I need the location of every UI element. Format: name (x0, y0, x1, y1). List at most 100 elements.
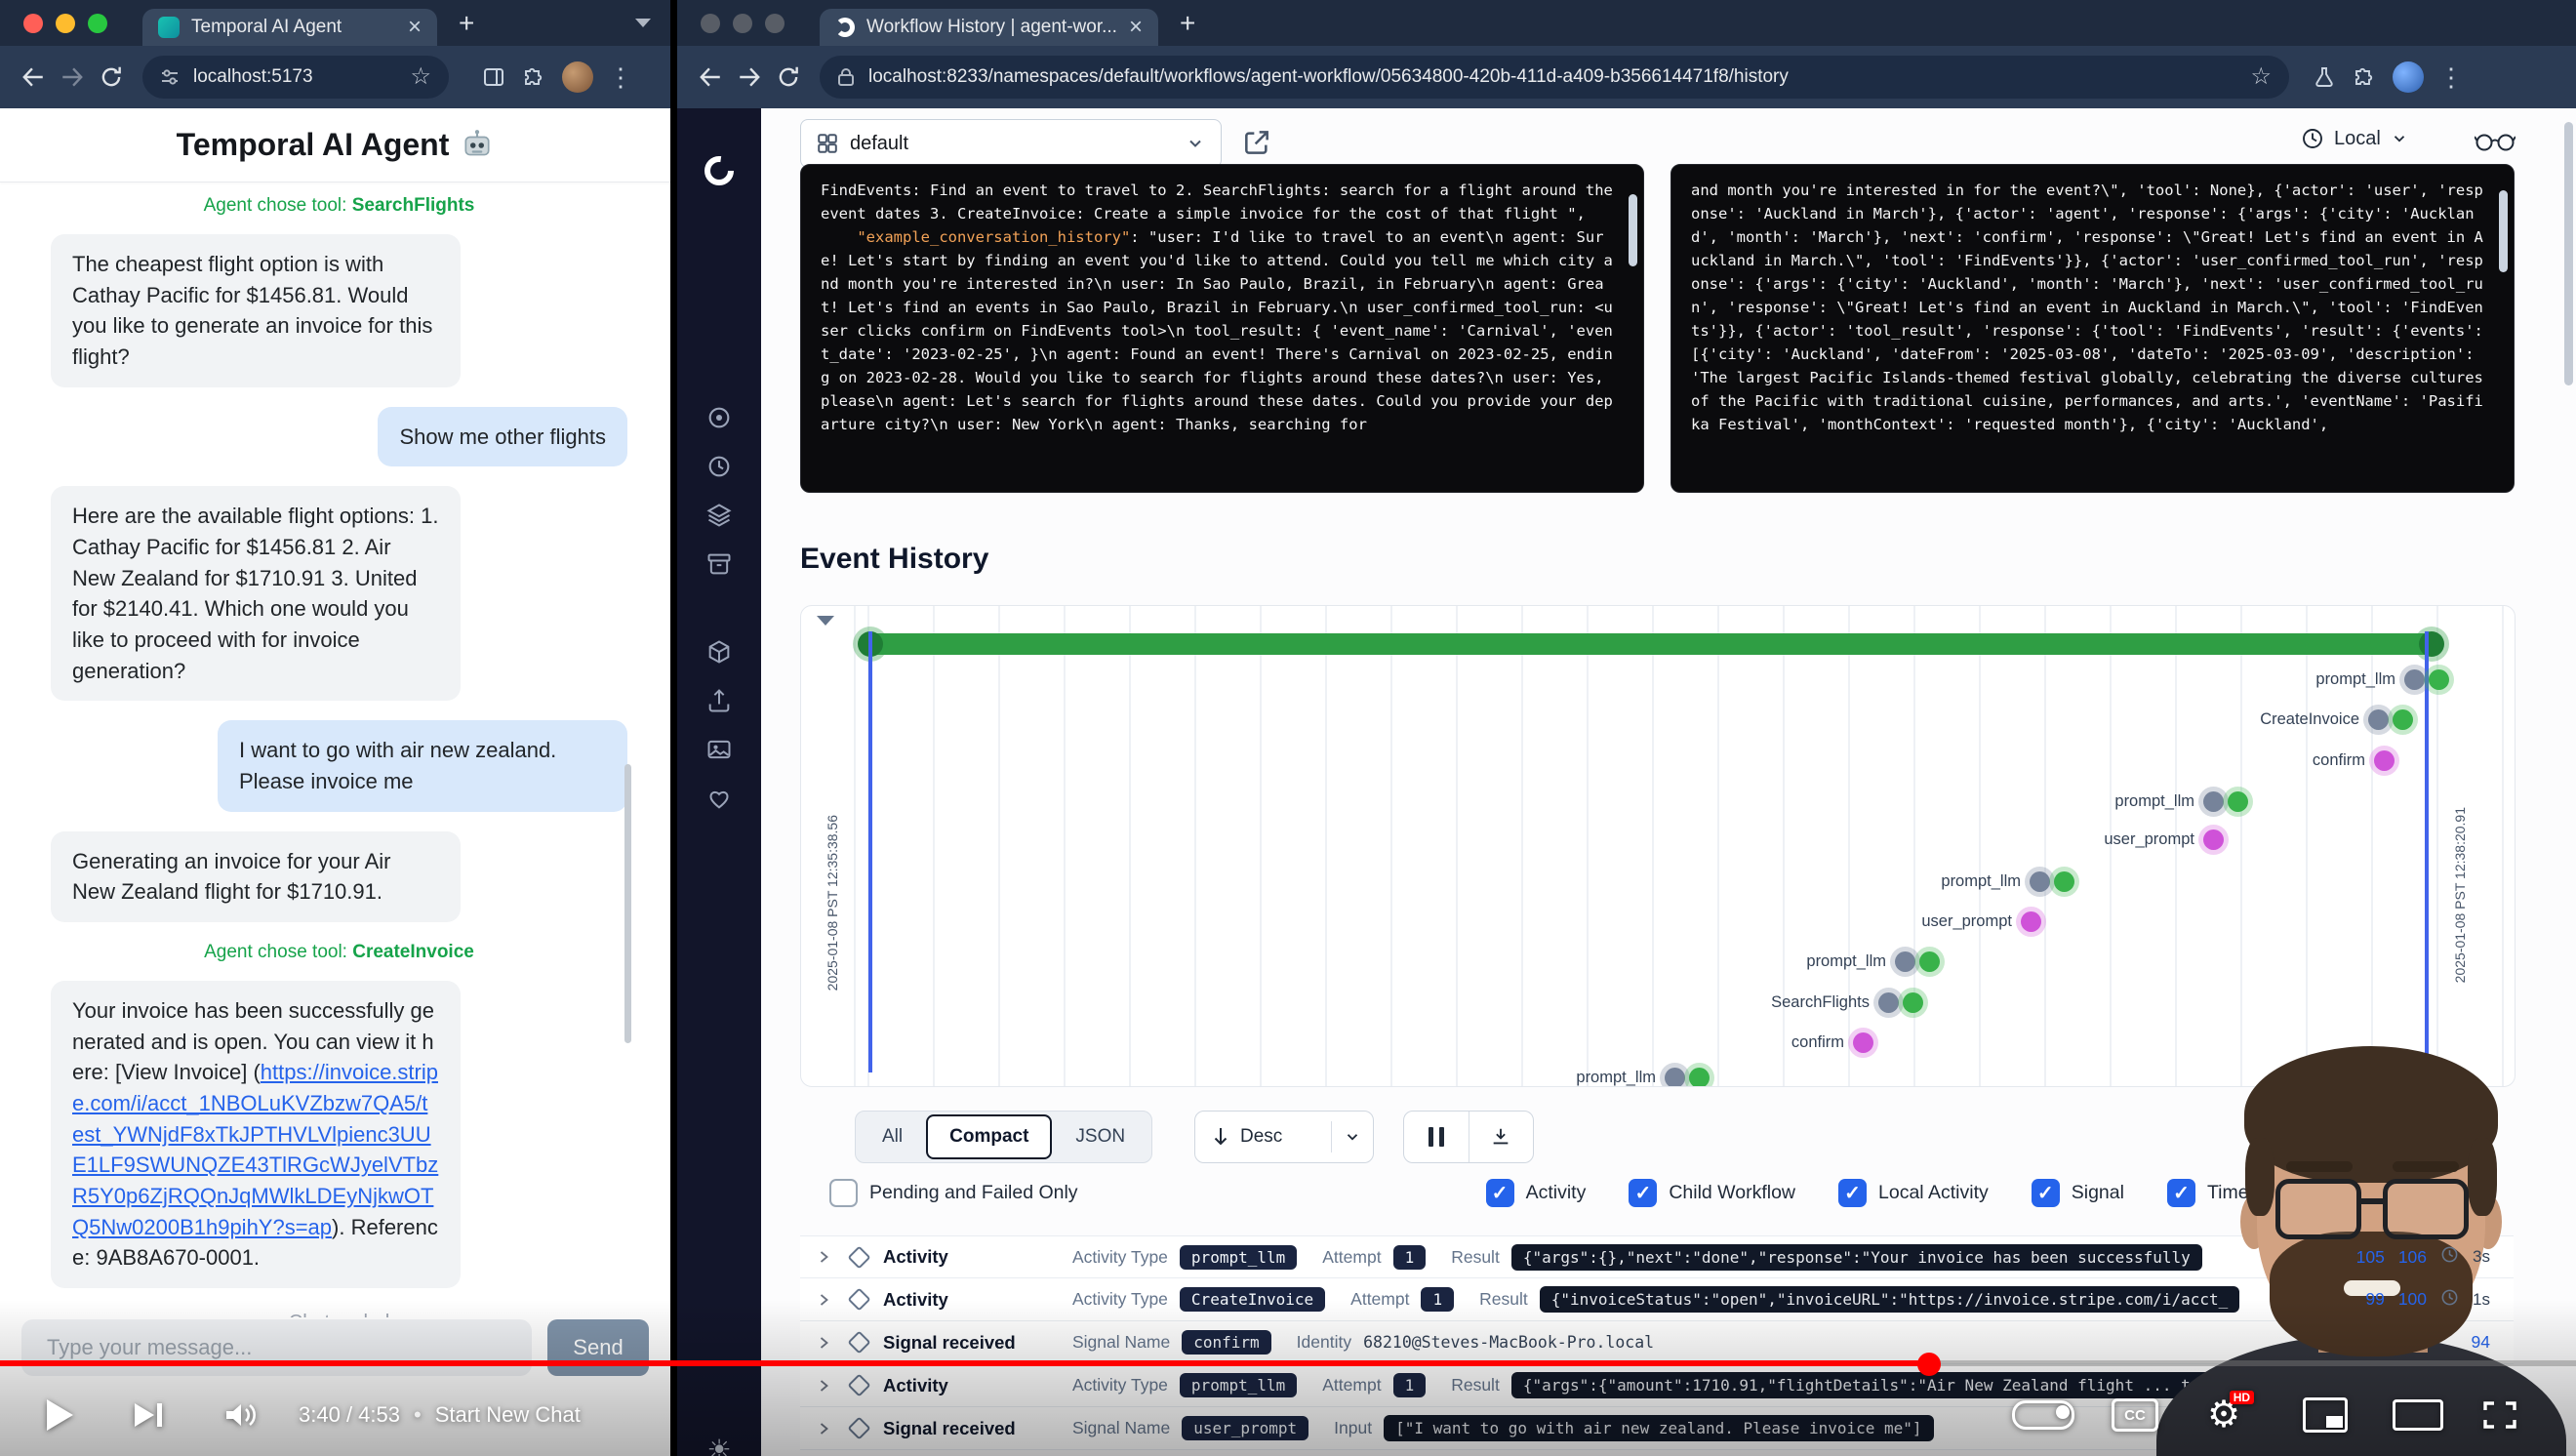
nav-feedback-heart-icon[interactable] (703, 782, 736, 815)
timeline-event-prompt_llm[interactable]: prompt_llm (1941, 871, 2074, 892)
checkbox-unchecked-icon[interactable] (829, 1179, 858, 1207)
send-button[interactable]: Send (547, 1319, 649, 1376)
timeline-event-prompt_llm[interactable]: prompt_llm (1576, 1068, 1710, 1087)
view-option-json[interactable]: JSON (1052, 1114, 1148, 1159)
expand-chevron-icon[interactable] (816, 1249, 831, 1265)
timeline-event-SearchFlights[interactable]: SearchFlights (1771, 992, 1923, 1013)
labs-glasses-icon[interactable] (2475, 127, 2516, 159)
profile-avatar[interactable] (2393, 61, 2424, 93)
history-row[interactable]: ActivityActivity Typeprompt_llmAttempt1R… (800, 1235, 2514, 1278)
type-filter-timer[interactable]: ✓Timer (2167, 1179, 2255, 1207)
devtools-flask-icon[interactable] (2305, 58, 2344, 97)
event-marker-icon[interactable] (1853, 1032, 1873, 1053)
chevron-down-icon[interactable] (1344, 1128, 1361, 1146)
event-marker-icon[interactable] (2228, 791, 2248, 812)
volume-button[interactable] (222, 1374, 258, 1456)
zoom-window-button[interactable] (765, 14, 785, 33)
back-button[interactable] (691, 58, 730, 97)
event-marker-icon[interactable] (1878, 992, 1899, 1013)
close-window-button[interactable] (23, 14, 43, 33)
event-marker-icon[interactable] (2393, 709, 2413, 730)
history-row[interactable]: Signal receivedSignal NameconfirmIdentit… (800, 1321, 2514, 1364)
event-marker-icon[interactable] (2021, 911, 2041, 932)
timeline-event-prompt_llm[interactable]: prompt_llm (2315, 669, 2449, 690)
event-marker-icon[interactable] (2054, 871, 2074, 892)
extensions-puzzle-icon[interactable] (513, 58, 552, 97)
address-bar[interactable]: localhost:5173 ☆ (142, 56, 449, 99)
nav-gallery-icon[interactable] (703, 733, 736, 766)
back-button[interactable] (14, 58, 53, 97)
download-button[interactable] (1469, 1112, 1534, 1162)
chat-scrollbar[interactable] (624, 764, 631, 1043)
expand-chevron-icon[interactable] (816, 1292, 831, 1308)
event-marker-icon[interactable] (2429, 669, 2449, 690)
timeline-event-confirm[interactable]: confirm (1791, 1032, 1873, 1053)
type-filter-child-workflow[interactable]: ✓Child Workflow (1629, 1179, 1795, 1207)
code-scrollbar[interactable] (2499, 190, 2508, 272)
timeline-event-confirm[interactable]: confirm (2313, 750, 2395, 771)
history-row[interactable]: ActivityActivity TypeCreateInvoiceAttemp… (800, 1278, 2514, 1321)
timeline-event-prompt_llm[interactable]: prompt_llm (1806, 951, 1940, 972)
tab-close-icon[interactable]: × (408, 16, 422, 39)
nav-workflows-icon[interactable] (703, 401, 736, 434)
reload-button[interactable] (769, 58, 808, 97)
event-id-link[interactable]: 105 (2356, 1247, 2385, 1268)
event-marker-icon[interactable] (1665, 1068, 1685, 1087)
page-scrollbar[interactable] (2564, 122, 2573, 385)
invoice-link[interactable]: https://invoice.stripe.com/i/acct_1NBOLu… (72, 1060, 438, 1238)
event-id-link[interactable]: 94 (2472, 1332, 2490, 1353)
reload-button[interactable] (92, 58, 131, 97)
nav-archive-icon[interactable] (703, 547, 736, 581)
pending-failed-filter[interactable]: Pending and Failed Only (829, 1179, 1078, 1207)
event-marker-icon[interactable] (2203, 791, 2224, 812)
browser-menu-icon[interactable]: ⋮ (2432, 58, 2471, 97)
forward-button[interactable] (730, 58, 769, 97)
event-marker-icon[interactable] (2203, 829, 2224, 850)
video-progress-bar[interactable] (0, 1360, 2576, 1366)
bookmark-star-icon[interactable]: ☆ (2250, 65, 2272, 89)
checkbox-checked-icon[interactable]: ✓ (2167, 1179, 2195, 1207)
timeline-event-prompt_llm[interactable]: prompt_llm (2114, 791, 2248, 812)
next-button[interactable] (135, 1374, 162, 1456)
settings-button[interactable]: ⚙HD (2207, 1374, 2240, 1456)
timeline-event-user_prompt[interactable]: user_prompt (2104, 829, 2224, 850)
event-id-link[interactable]: 106 (2398, 1247, 2427, 1268)
event-marker-icon[interactable] (1919, 951, 1940, 972)
checkbox-checked-icon[interactable]: ✓ (1486, 1179, 1514, 1207)
expand-chevron-icon[interactable] (816, 1335, 831, 1351)
event-id-link[interactable]: 100 (2398, 1289, 2427, 1310)
event-marker-icon[interactable] (2030, 871, 2050, 892)
event-id-link[interactable]: 99 (2365, 1289, 2384, 1310)
open-namespace-icon[interactable] (1241, 127, 1272, 163)
timeline-event-user_prompt[interactable]: user_prompt (1921, 911, 2041, 932)
address-bar[interactable]: localhost:8233/namespaces/default/workfl… (820, 56, 2289, 99)
tab-search-chevron-icon[interactable] (635, 19, 651, 27)
checkbox-checked-icon[interactable]: ✓ (1629, 1179, 1657, 1207)
checkbox-checked-icon[interactable]: ✓ (1838, 1179, 1867, 1207)
minimize-window-button[interactable] (733, 14, 752, 33)
event-marker-icon[interactable] (1689, 1068, 1710, 1087)
event-marker-icon[interactable] (2374, 750, 2395, 771)
type-filter-local-activity[interactable]: ✓Local Activity (1838, 1179, 1989, 1207)
theater-button[interactable] (2393, 1374, 2443, 1456)
namespace-select[interactable]: default (800, 119, 1222, 168)
bookmark-star-icon[interactable]: ☆ (410, 65, 431, 89)
tab-close-icon[interactable]: × (1129, 16, 1143, 39)
view-option-compact[interactable]: Compact (926, 1114, 1052, 1159)
sort-button[interactable]: Desc (1194, 1111, 1374, 1163)
tab-workflow-history[interactable]: Workflow History | agent-wor... × (820, 9, 1158, 46)
nav-import-icon[interactable] (703, 684, 736, 717)
type-filter-signal[interactable]: ✓Signal (2032, 1179, 2124, 1207)
profile-avatar[interactable] (562, 61, 593, 93)
type-filter-other[interactable]: ✓Other (2298, 1179, 2386, 1207)
fullscreen-button[interactable] (2482, 1374, 2517, 1456)
type-filter-activity[interactable]: ✓Activity (1486, 1179, 1587, 1207)
event-marker-icon[interactable] (2404, 669, 2425, 690)
extensions-puzzle-icon[interactable] (2344, 58, 2383, 97)
code-scrollbar[interactable] (1629, 194, 1637, 266)
time-zone-select[interactable]: Local (2301, 127, 2408, 150)
nav-stack-icon[interactable] (703, 499, 736, 532)
event-marker-icon[interactable] (1895, 951, 1915, 972)
autoplay-toggle[interactable] (2012, 1374, 2074, 1456)
close-window-button[interactable] (701, 14, 720, 33)
